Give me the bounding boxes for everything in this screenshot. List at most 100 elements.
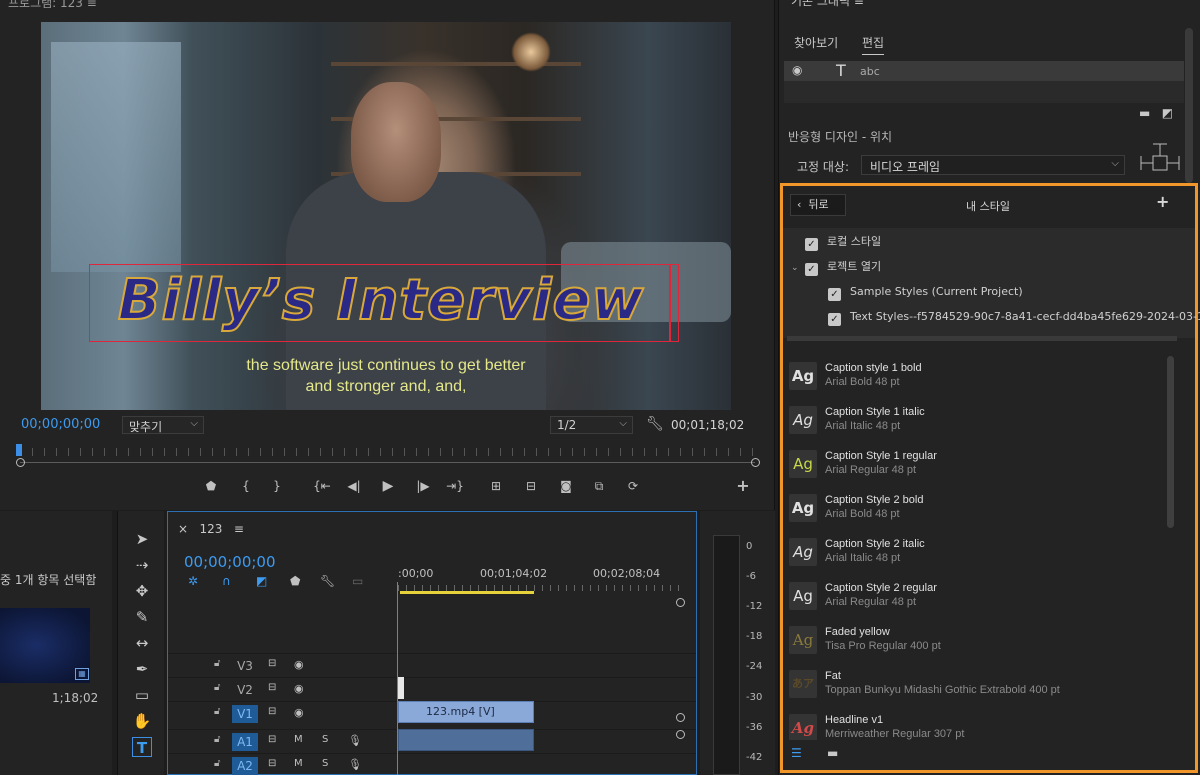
linked-selection-icon[interactable]: ◩ [256, 574, 267, 588]
microphone-icon[interactable]: 🎙︎ [348, 758, 362, 771]
lock-icon[interactable]: 🔓︎ [214, 658, 220, 669]
monitor-title[interactable]: 프로그램: 123 ≡ [8, 0, 97, 11]
track-row-v2[interactable]: 🔓︎ V2 ⊟ ◉ [168, 677, 696, 700]
pin-to-select[interactable]: 비디오 프레임 ⌵ [861, 155, 1125, 175]
selection-tool-icon[interactable]: ➤ [132, 529, 152, 549]
track-name[interactable]: V3 [232, 657, 258, 675]
scrubber-start-handle[interactable] [16, 458, 25, 467]
sync-lock-icon[interactable]: ⊟ [268, 734, 276, 745]
solo-toggle[interactable]: S [322, 758, 328, 769]
sync-lock-icon[interactable]: ⊟ [268, 758, 276, 769]
button-editor-plus-icon[interactable]: + [732, 477, 754, 495]
play-button[interactable]: ▶ [377, 477, 399, 495]
style-item[interactable]: Ag Caption style 1 bold Arial Bold 48 pt [787, 356, 1157, 400]
folder-icon[interactable]: ▬ [1139, 106, 1150, 120]
vr-button[interactable]: ⟳ [622, 477, 644, 495]
list-view-icon[interactable]: ☰ [791, 746, 802, 760]
razor-tool-icon[interactable]: ✎ [132, 607, 152, 627]
style-item[interactable]: Ag Caption Style 1 italic Arial Italic 4… [787, 400, 1157, 444]
track-name[interactable]: V1 [232, 705, 258, 723]
timeline-ruler[interactable]: :00;00 00;01;04;02 00;02;08;04 [398, 567, 683, 597]
source-sample-styles[interactable]: ✓ Sample Styles (Current Project) [828, 284, 1023, 302]
go-to-in-button[interactable]: {⇤ [311, 477, 333, 495]
back-button[interactable]: ‹ 뒤로 [790, 194, 846, 216]
track-row-a2[interactable]: 🔓︎ A2 ⊟ M S 🎙︎ [168, 753, 696, 775]
style-item[interactable]: あア Fat Toppan Bunkyu Midashi Gothic Extr… [787, 664, 1157, 708]
style-item[interactable]: Ag Faded yellow Tisa Pro Regular 400 pt [787, 620, 1157, 664]
step-forward-button[interactable]: |▶ [412, 477, 434, 495]
solo-toggle[interactable]: S [322, 734, 328, 745]
source-open-projects[interactable]: ⌄ ✓ 로젝트 열기 [791, 259, 881, 277]
checkbox-checked-icon[interactable]: ✓ [828, 288, 841, 301]
eye-icon[interactable]: ◉ [294, 682, 304, 695]
audio-clip[interactable] [398, 729, 534, 751]
timeline-timecode[interactable]: 00;00;00;00 [184, 553, 276, 571]
lock-icon[interactable]: 🔓︎ [214, 706, 220, 717]
checkbox-checked-icon[interactable]: ✓ [828, 313, 841, 326]
snap-magnet-icon[interactable]: ∩ [222, 574, 231, 588]
type-tool-icon[interactable]: T [132, 737, 152, 757]
panel-title[interactable]: 기본 그래픽 ≡ [791, 0, 864, 9]
track-name[interactable]: A2 [232, 757, 258, 775]
monitor-scrubber[interactable] [16, 444, 760, 470]
tab-browse[interactable]: 찾아보기 [794, 34, 838, 51]
checkbox-checked-icon[interactable]: ✓ [805, 263, 818, 276]
sync-lock-icon[interactable]: ⊟ [268, 706, 276, 717]
mute-toggle[interactable]: M [294, 758, 303, 769]
playhead-timecode[interactable]: 00;00;00;00 [21, 417, 100, 432]
eye-icon[interactable]: ◉ [294, 658, 304, 671]
extract-button[interactable]: ⊟ [520, 477, 542, 495]
chevron-down-icon[interactable]: ⌄ [791, 260, 805, 276]
eye-icon[interactable]: ◉ [294, 706, 304, 719]
pin-diagram-icon[interactable] [1137, 140, 1183, 180]
track-select-tool-icon[interactable]: ⇢ [132, 555, 152, 575]
slip-tool-icon[interactable]: ↔ [132, 633, 152, 653]
timeline-scroll-handle[interactable] [676, 598, 685, 607]
sync-lock-icon[interactable]: ⊟ [268, 658, 276, 669]
style-item[interactable]: Ag Caption Style 2 italic Arial Italic 4… [787, 532, 1157, 576]
work-area-bar[interactable] [400, 591, 534, 594]
style-item[interactable]: Ag Caption Style 2 bold Arial Bold 48 pt [787, 488, 1157, 532]
style-item[interactable]: Ag Headline v1 Merriweather Regular 307 … [787, 708, 1157, 740]
graphic-clip[interactable] [398, 677, 404, 699]
new-layer-icon[interactable]: ◩ [1162, 106, 1173, 120]
sync-lock-icon[interactable]: ⊟ [268, 682, 276, 693]
nest-icon[interactable]: ✲ [188, 574, 198, 588]
panel-scrollbar[interactable] [1185, 28, 1193, 183]
ripple-edit-tool-icon[interactable]: ✥ [132, 581, 152, 601]
style-list-scrollbar[interactable] [1167, 356, 1174, 528]
menu-icon[interactable]: ≡ [234, 522, 244, 536]
mute-toggle[interactable]: M [294, 734, 303, 745]
add-marker-button[interactable]: ⬟ [200, 477, 222, 495]
layer-row[interactable]: ◉ T abc [784, 61, 1184, 81]
style-item[interactable]: Ag Caption Style 1 regular Arial Regular… [787, 444, 1157, 488]
checkbox-checked-icon[interactable]: ✓ [805, 238, 818, 251]
track-row-v3[interactable]: 🔓︎ V3 ⊟ ◉ [168, 653, 696, 676]
playhead-marker[interactable] [16, 444, 22, 456]
scrubber-end-handle[interactable] [751, 458, 760, 467]
playback-resolution-select[interactable]: 1/2 ⌵ [550, 416, 633, 434]
sequence-tab[interactable]: × 123 ≡ [178, 522, 244, 536]
source-text-styles[interactable]: ✓ Text Styles--f5784529-90c7-8a41-cecf-dd… [828, 309, 1200, 327]
microphone-icon[interactable]: 🎙︎ [348, 734, 362, 747]
close-icon[interactable]: × [178, 522, 188, 536]
section-divider[interactable] [787, 336, 1177, 341]
step-back-button[interactable]: ◀| [343, 477, 365, 495]
captions-icon[interactable]: ▭ [352, 574, 363, 588]
add-marker-icon[interactable]: ⬟ [290, 574, 300, 588]
thumbnail-view-icon[interactable]: ▬ [827, 746, 838, 760]
track-name[interactable]: A1 [232, 733, 258, 751]
hand-tool-icon[interactable]: ✋ [132, 711, 152, 731]
track-name[interactable]: V2 [232, 681, 258, 699]
pen-tool-icon[interactable]: ✒ [132, 659, 152, 679]
lock-icon[interactable]: 🔓︎ [214, 682, 220, 693]
video-title-overlay[interactable]: Billy’s Interview [81, 267, 681, 334]
video-clip[interactable]: 123.mp4 [V] [398, 701, 534, 723]
video-frame[interactable]: Billy’s Interview the software just cont… [41, 22, 731, 410]
camera-icon[interactable]: ◙ [555, 477, 577, 495]
timeline-playhead[interactable] [397, 582, 398, 775]
eye-icon[interactable]: ◉ [792, 63, 802, 77]
zoom-fit-select[interactable]: 맞추기 ⌵ [122, 416, 204, 434]
timeline-settings-wrench-icon[interactable]: 🔧︎ [320, 574, 335, 588]
mark-in-button[interactable]: { [235, 477, 257, 495]
